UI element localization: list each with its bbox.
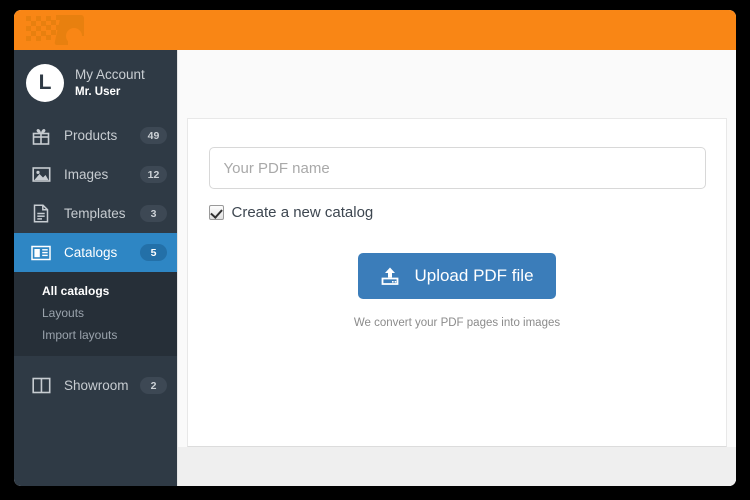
main-content: Create a new catalog Upload PDF file We … bbox=[177, 50, 736, 486]
sidebar-item-products[interactable]: Products 49 bbox=[14, 116, 177, 155]
submenu-item-all-catalogs[interactable]: All catalogs bbox=[14, 280, 177, 302]
sidebar: L My Account Mr. User Products 49 Images… bbox=[14, 50, 177, 486]
nav-divider bbox=[14, 356, 177, 366]
content-top-spacer bbox=[178, 50, 736, 118]
account-name: My Account bbox=[75, 66, 145, 82]
upload-pdf-button[interactable]: Upload PDF file bbox=[358, 253, 556, 299]
sidebar-item-label: Images bbox=[64, 167, 109, 182]
sidebar-item-badge: 2 bbox=[140, 377, 167, 394]
create-catalog-label: Create a new catalog bbox=[231, 204, 374, 221]
sidebar-item-badge: 5 bbox=[140, 244, 167, 261]
upload-icon bbox=[380, 266, 400, 286]
create-catalog-checkbox[interactable] bbox=[208, 205, 224, 220]
sidebar-item-badge: 3 bbox=[140, 205, 167, 222]
sidebar-item-showroom[interactable]: Showroom 2 bbox=[14, 366, 177, 405]
submenu-item-import-layouts[interactable]: Import layouts bbox=[14, 324, 177, 346]
app-body: L My Account Mr. User Products 49 Images… bbox=[14, 50, 736, 486]
sidebar-item-label: Showroom bbox=[64, 378, 129, 393]
pdf-name-input[interactable] bbox=[208, 147, 706, 189]
sidebar-item-label: Products bbox=[64, 128, 118, 143]
app-window: L My Account Mr. User Products 49 Images… bbox=[14, 10, 736, 486]
account-user: Mr. User bbox=[75, 85, 121, 98]
checkered-flag-logo[interactable] bbox=[24, 12, 86, 48]
helper-text: We convert your PDF pages into images bbox=[353, 317, 561, 329]
upload-pdf-button-label: Upload PDF file bbox=[414, 266, 534, 285]
sidebar-item-label: Templates bbox=[64, 206, 126, 221]
sidebar-item-badge: 49 bbox=[140, 127, 167, 144]
sidebar-nav: Products 49 Images 12 Templates 3 Catalo… bbox=[14, 116, 177, 405]
catalogs-submenu: All catalogs Layouts Import layouts bbox=[14, 272, 177, 356]
image-icon bbox=[30, 165, 52, 185]
sidebar-item-badge: 12 bbox=[140, 166, 167, 183]
upload-card: Create a new catalog Upload PDF file We … bbox=[187, 118, 727, 447]
catalog-icon bbox=[30, 243, 52, 263]
gift-icon bbox=[30, 126, 52, 146]
columns-icon bbox=[30, 376, 52, 396]
sidebar-item-catalogs[interactable]: Catalogs 5 bbox=[14, 233, 177, 272]
account-block[interactable]: L My Account Mr. User bbox=[14, 50, 177, 116]
sidebar-item-templates[interactable]: Templates 3 bbox=[14, 194, 177, 233]
sidebar-item-label: Catalogs bbox=[64, 245, 118, 260]
content-footer bbox=[178, 447, 736, 486]
create-catalog-row[interactable]: Create a new catalog bbox=[208, 204, 706, 221]
sidebar-item-images[interactable]: Images 12 bbox=[14, 155, 177, 194]
app-header bbox=[14, 10, 736, 50]
document-icon bbox=[30, 204, 52, 224]
submenu-item-layouts[interactable]: Layouts bbox=[14, 302, 177, 324]
account-text: My Account Mr. User bbox=[75, 67, 145, 99]
avatar: L bbox=[26, 64, 64, 102]
